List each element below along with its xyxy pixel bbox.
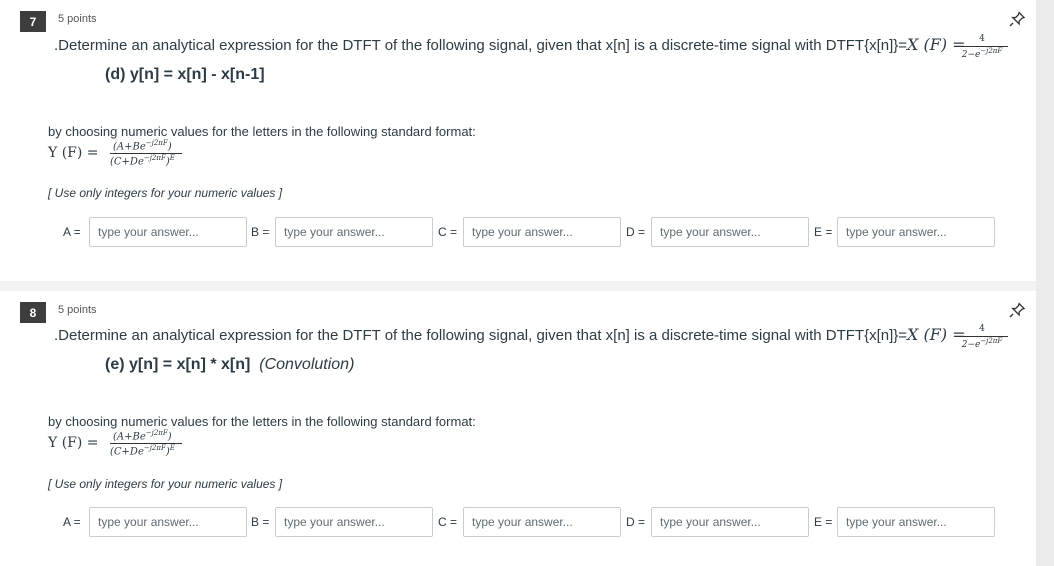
formula-power: E xyxy=(169,444,175,452)
answer-input-e[interactable] xyxy=(837,507,995,537)
quiz-page: 7 5 points .Determine an analytical expr… xyxy=(0,0,1054,566)
dtft-denominator: 2−e−j2πF xyxy=(952,47,1012,60)
answer-label-e: E = xyxy=(814,225,833,239)
question-points: 5 points xyxy=(58,304,97,316)
answer-input-c[interactable] xyxy=(463,217,621,247)
instruction-text: by choosing numeric values for the lette… xyxy=(48,414,476,429)
subquestion-text: (d) y[n] = x[n] - x[n-1] xyxy=(105,66,265,83)
formula-numerator: (A+Be−j2πF) xyxy=(113,429,172,443)
question-prompt-text: .Determine an analytical expression for … xyxy=(54,327,908,344)
answer-label-a: A = xyxy=(63,225,81,239)
integer-note: [ Use only integers for your numeric val… xyxy=(48,477,283,491)
answer-label-e: E = xyxy=(814,515,833,529)
formula-denominator-base: (C+De xyxy=(110,446,144,458)
formula-power: E xyxy=(169,154,175,162)
answer-input-c[interactable] xyxy=(463,507,621,537)
answer-input-a[interactable] xyxy=(89,217,247,247)
formula-denominator-exp: −j2πF xyxy=(143,444,166,452)
answer-input-b[interactable] xyxy=(275,507,433,537)
answer-label-d: D = xyxy=(626,515,646,529)
question-prompt: .Determine an analytical expression for … xyxy=(54,35,966,54)
formula-numerator-base: (A+Be xyxy=(113,431,146,443)
question-divider xyxy=(0,281,1036,291)
answer-label-a: A = xyxy=(63,515,81,529)
question-points: 5 points xyxy=(58,13,97,25)
answer-label-c: C = xyxy=(438,515,458,529)
dtft-numerator: 4 xyxy=(979,324,985,334)
dtft-denominator: 2−e−j2πF xyxy=(952,337,1012,350)
question-prompt-text: .Determine an analytical expression for … xyxy=(54,37,908,54)
answer-label-b: B = xyxy=(251,515,270,529)
dtft-numerator: 4 xyxy=(979,34,985,44)
formula-numerator-exp: −j2πF xyxy=(145,429,168,437)
answer-input-e[interactable] xyxy=(837,217,995,247)
question-number: 8 xyxy=(20,302,46,323)
answer-input-d[interactable] xyxy=(651,217,809,247)
formula-denominator: (C+De−j2πF)E xyxy=(110,444,175,458)
answer-input-a[interactable] xyxy=(89,507,247,537)
formula-denominator-base: (C+De xyxy=(110,156,144,168)
formula-numerator-base: (A+Be xyxy=(113,141,146,153)
question-prompt: .Determine an analytical expression for … xyxy=(54,325,966,344)
dtft-denominator-exp: −j2πF xyxy=(980,47,1003,55)
dtft-denominator-base: 2−e xyxy=(961,340,981,350)
question-panel-7: 7 5 points .Determine an analytical expr… xyxy=(0,0,1036,281)
subquestion: (e) y[n] = x[n] * x[n] (Convolution) xyxy=(105,356,354,374)
pin-icon[interactable] xyxy=(1008,301,1026,319)
answer-label-b: B = xyxy=(251,225,270,239)
formula-denominator-exp: −j2πF xyxy=(143,154,166,162)
dtft-denominator-exp: −j2πF xyxy=(980,337,1003,345)
pin-icon[interactable] xyxy=(1008,10,1026,28)
question-panel-8: 8 5 points .Determine an analytical expr… xyxy=(0,291,1036,566)
formula-lhs: Y (F) = xyxy=(48,435,99,451)
answer-label-d: D = xyxy=(626,225,646,239)
answer-label-c: C = xyxy=(438,225,458,239)
answer-row: A = B = C = D = E = xyxy=(0,217,1036,249)
subquestion-note: (Convolution) xyxy=(259,356,355,373)
answer-input-d[interactable] xyxy=(651,507,809,537)
dtft-denominator-base: 2−e xyxy=(961,50,981,60)
subquestion-text: (e) y[n] = x[n] * x[n] xyxy=(105,356,251,373)
answer-input-b[interactable] xyxy=(275,217,433,247)
instruction-text: by choosing numeric values for the lette… xyxy=(48,124,476,139)
formula-denominator: (C+De−j2πF)E xyxy=(110,154,175,168)
formula-numerator-exp: −j2πF xyxy=(145,139,168,147)
integer-note: [ Use only integers for your numeric val… xyxy=(48,186,283,200)
formula-numerator: (A+Be−j2πF) xyxy=(113,139,172,153)
formula-lhs: Y (F) = xyxy=(48,145,99,161)
answer-row: A = B = C = D = E = xyxy=(0,507,1036,539)
subquestion: (d) y[n] = x[n] - x[n-1] xyxy=(105,66,265,84)
question-number: 7 xyxy=(20,11,46,32)
